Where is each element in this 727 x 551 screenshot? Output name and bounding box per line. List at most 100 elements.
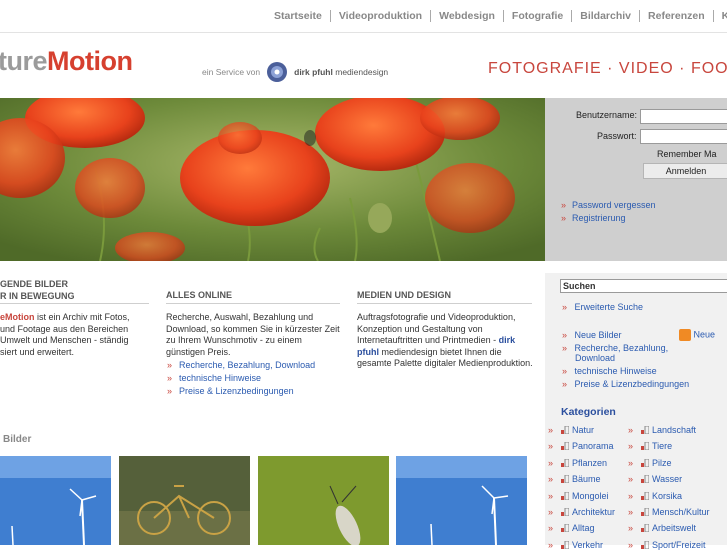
category-label: Mensch/Kultur (652, 507, 710, 517)
search-input[interactable]: Suchen (560, 279, 727, 293)
thumbnail-bicycle[interactable] (119, 456, 250, 545)
col2-heading: ALLES ONLINE (166, 290, 233, 300)
logo-text-part1: ture (0, 46, 48, 76)
thumbnail-insect[interactable] (258, 456, 389, 545)
remember-label[interactable]: Remember Ma (657, 149, 717, 159)
category-icon (641, 474, 650, 484)
login-button[interactable]: Anmelden (643, 163, 727, 179)
bullet-icon: » (548, 441, 554, 452)
password-input[interactable] (640, 129, 727, 144)
sidebar-link-technische-hinweise[interactable]: » technische Hinweise (562, 366, 657, 376)
bullet-icon: » (628, 457, 634, 468)
nav-kontakt[interactable]: Ko (714, 10, 727, 22)
categories-heading: Kategorien (561, 406, 616, 418)
right-category-item[interactable]: » Wasser (628, 474, 682, 484)
register-link[interactable]: » Registrierung (561, 213, 626, 223)
bullet-icon: » (561, 200, 567, 210)
thumbnail-wind-turbines-1[interactable] (0, 456, 111, 545)
right-category-item[interactable]: » Korsika (628, 491, 682, 501)
category-icon (641, 491, 650, 501)
col2-links: » Recherche, Bezahlung, Download » technis… (167, 359, 315, 398)
col2-divider (166, 303, 340, 304)
bullet-icon: » (628, 474, 634, 485)
sidebar-link-preise[interactable]: » Preise & Lizenzbedingungen (562, 379, 689, 389)
forgot-password-link[interactable]: » Password vergessen (561, 200, 656, 210)
advanced-search-link[interactable]: » Erweiterte Suche (562, 302, 643, 312)
bullet-icon: » (548, 474, 554, 485)
category-label: Korsika (652, 490, 683, 501)
bullet-icon: » (548, 425, 554, 435)
left-category-item[interactable]: » Pflanzen (548, 458, 607, 468)
login-panel: Benutzername: Passwort: Remember Ma Anme… (545, 98, 727, 261)
bullet-icon: » (548, 457, 554, 468)
left-category-item[interactable]: » Bäume (548, 474, 601, 484)
rss-feed-link[interactable]: Neue (679, 329, 715, 341)
bullet-icon: » (561, 213, 567, 223)
thumbnail-wind-turbines-2[interactable] (396, 456, 527, 545)
category-label: Natur (572, 425, 595, 435)
username-label: Benutzername: (576, 110, 638, 120)
bullet-icon: » (548, 523, 554, 534)
site-logo[interactable]: tureMotion (0, 46, 133, 77)
left-category-item[interactable]: » Mongolei (548, 491, 609, 501)
nav-webdesign[interactable]: Webdesign (431, 10, 504, 22)
category-label: Arbeitswelt (652, 523, 697, 534)
bullet-icon: » (628, 523, 634, 534)
category-icon (561, 458, 570, 468)
service-credit: ein Service von dirk pfuhl mediendesign (202, 61, 388, 83)
category-icon (561, 491, 570, 501)
left-category-item[interactable]: » Panorama (548, 441, 614, 451)
bicycle-image (119, 456, 250, 545)
category-icon (641, 507, 650, 517)
col2-text: Recherche, Auswahl, Bezahlung und Downlo… (166, 312, 340, 357)
link-technische-hinweise[interactable]: » technische Hinweise (167, 372, 315, 385)
category-label: Pilze (652, 457, 672, 468)
category-label: Architektur (572, 507, 616, 517)
wind-turbine-image (0, 456, 111, 545)
password-label: Passwort: (597, 131, 637, 141)
nav-fotografie[interactable]: Fotografie (503, 10, 573, 22)
header-tagline: FOTOGRAFIE · VIDEO · FOOT (488, 60, 727, 77)
right-category-item[interactable]: » Tiere (628, 441, 672, 451)
rss-icon (679, 329, 691, 341)
logo-text-part2: Motion (47, 46, 133, 76)
col3-text: Auftragsfotografie und Videoproduktion, … (357, 312, 533, 369)
category-icon (561, 507, 570, 517)
nav-videoproduktion[interactable]: Videoproduktion (330, 10, 432, 22)
service-brand[interactable]: dirk pfuhl mediendesign (294, 67, 388, 77)
col3-heading: MEDIEN UND DESIGN (357, 290, 452, 300)
category-icon (641, 458, 650, 468)
category-icon (561, 523, 570, 533)
link-recherche[interactable]: » Recherche, Bezahlung, Download (167, 359, 315, 372)
username-input[interactable] (640, 109, 727, 124)
col3-divider (357, 303, 532, 304)
new-images-link[interactable]: » Neue Bilder (562, 330, 622, 340)
nav-referenzen[interactable]: Referenzen (640, 10, 714, 22)
bullet-icon: » (562, 302, 568, 312)
right-category-item[interactable]: » Mensch/Kultur (628, 507, 710, 517)
nav-bildarchiv[interactable]: Bildarchiv (572, 10, 641, 22)
right-category-item[interactable]: » Pilze (628, 458, 672, 468)
nav-startseite[interactable]: Startseite (266, 10, 331, 22)
right-category-item[interactable]: » Landschaft (628, 425, 696, 435)
category-label: Pflanzen (572, 457, 608, 468)
right-category-item[interactable]: » Arbeitswelt (628, 523, 696, 533)
left-category-item[interactable]: » Natur (548, 425, 594, 435)
link-preise[interactable]: » Preise & Lizenzbedingungen (167, 385, 315, 398)
sidebar-link-recherche[interactable]: » Recherche, Bezahlung, (562, 343, 668, 353)
bullet-icon: » (167, 373, 173, 383)
sidebar-link-download[interactable]: Download (575, 353, 615, 363)
bullet-icon: » (628, 490, 634, 501)
category-label: Alltag (572, 523, 595, 534)
poppy-field-image (0, 98, 545, 261)
left-category-item[interactable]: » Alltag (548, 523, 595, 533)
bullet-icon: » (628, 507, 634, 517)
bullet-icon: » (562, 330, 568, 340)
left-category-item[interactable]: » Architektur (548, 507, 615, 517)
wind-turbine-image (396, 456, 527, 545)
category-label: Tiere (652, 441, 673, 452)
category-icon (561, 474, 570, 484)
category-label: Bäume (572, 474, 601, 485)
nav-items: Startseite Videoproduktion Webdesign Fotogr… (266, 10, 727, 22)
category-icon (561, 441, 570, 451)
